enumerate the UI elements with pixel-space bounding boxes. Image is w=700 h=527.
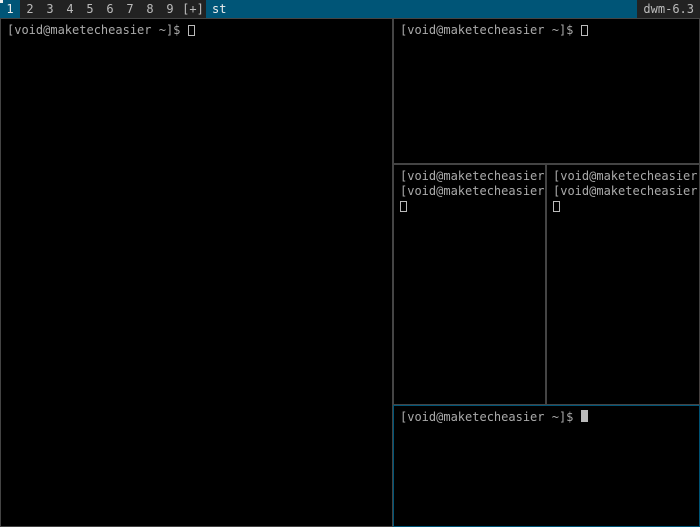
terminal-master[interactable]: [void@maketecheasier ~]$ [0,18,393,527]
tag-6[interactable]: 6 [100,0,120,18]
client-indicator [0,0,3,3]
prompt-line [400,199,539,214]
cursor-icon [581,410,588,422]
cursor-icon [553,201,560,212]
prompt-text: [void@maketecheasier ~]$ [400,23,581,37]
tag-9[interactable]: 9 [160,0,180,18]
status-text: dwm-6.3 [637,0,700,18]
tag-5[interactable]: 5 [80,0,100,18]
tag-7[interactable]: 7 [120,0,140,18]
terminal-stack-mid-right[interactable]: [void@maketecheasier ~]$ [void@maketeche… [546,164,700,405]
terminal-stack-bottom[interactable]: [void@maketecheasier ~]$ [393,405,700,527]
tag-list: 1 2 3 4 5 6 7 8 9 [0,0,180,18]
prompt-line: [void@maketecheasier ~]$ [400,169,539,184]
prompt-line: [void@maketecheasier ~]$ [553,169,693,184]
layout-symbol[interactable]: [+] [180,0,206,18]
terminal-stack-top[interactable]: [void@maketecheasier ~]$ [393,18,700,164]
tag-1[interactable]: 1 [0,0,20,18]
window-title: st [206,0,637,18]
prompt-text: [void@maketecheasier ~]$ [7,23,188,37]
tag-2[interactable]: 2 [20,0,40,18]
prompt-line: [void@maketecheasier ~]$ [7,23,386,38]
prompt-line: [void@maketecheasier ~]$ [400,184,539,199]
prompt-line: [void@maketecheasier ~]$ [400,23,693,38]
prompt-text: [void@maketecheasier ~]$ [400,410,581,424]
prompt-text: [void@maketecheasier ~]$ [400,169,546,183]
cursor-icon [400,201,407,212]
tag-3[interactable]: 3 [40,0,60,18]
tag-8[interactable]: 8 [140,0,160,18]
prompt-line: [void@maketecheasier ~]$ [400,410,693,425]
status-bar: 1 2 3 4 5 6 7 8 9 [+] st dwm-6.3 [0,0,700,18]
prompt-text: [void@maketecheasier ~]$ [553,184,700,198]
cursor-icon [188,25,195,36]
terminal-stack-mid-left[interactable]: [void@maketecheasier ~]$ [void@maketeche… [393,164,546,405]
prompt-text: [void@maketecheasier ~]$ [553,169,700,183]
prompt-line: [void@maketecheasier ~]$ [553,184,693,199]
cursor-icon [581,25,588,36]
tag-4[interactable]: 4 [60,0,80,18]
prompt-line [553,199,693,214]
prompt-text: [void@maketecheasier ~]$ [400,184,546,198]
workspace: [void@maketecheasier ~]$ [void@maketeche… [0,18,700,527]
